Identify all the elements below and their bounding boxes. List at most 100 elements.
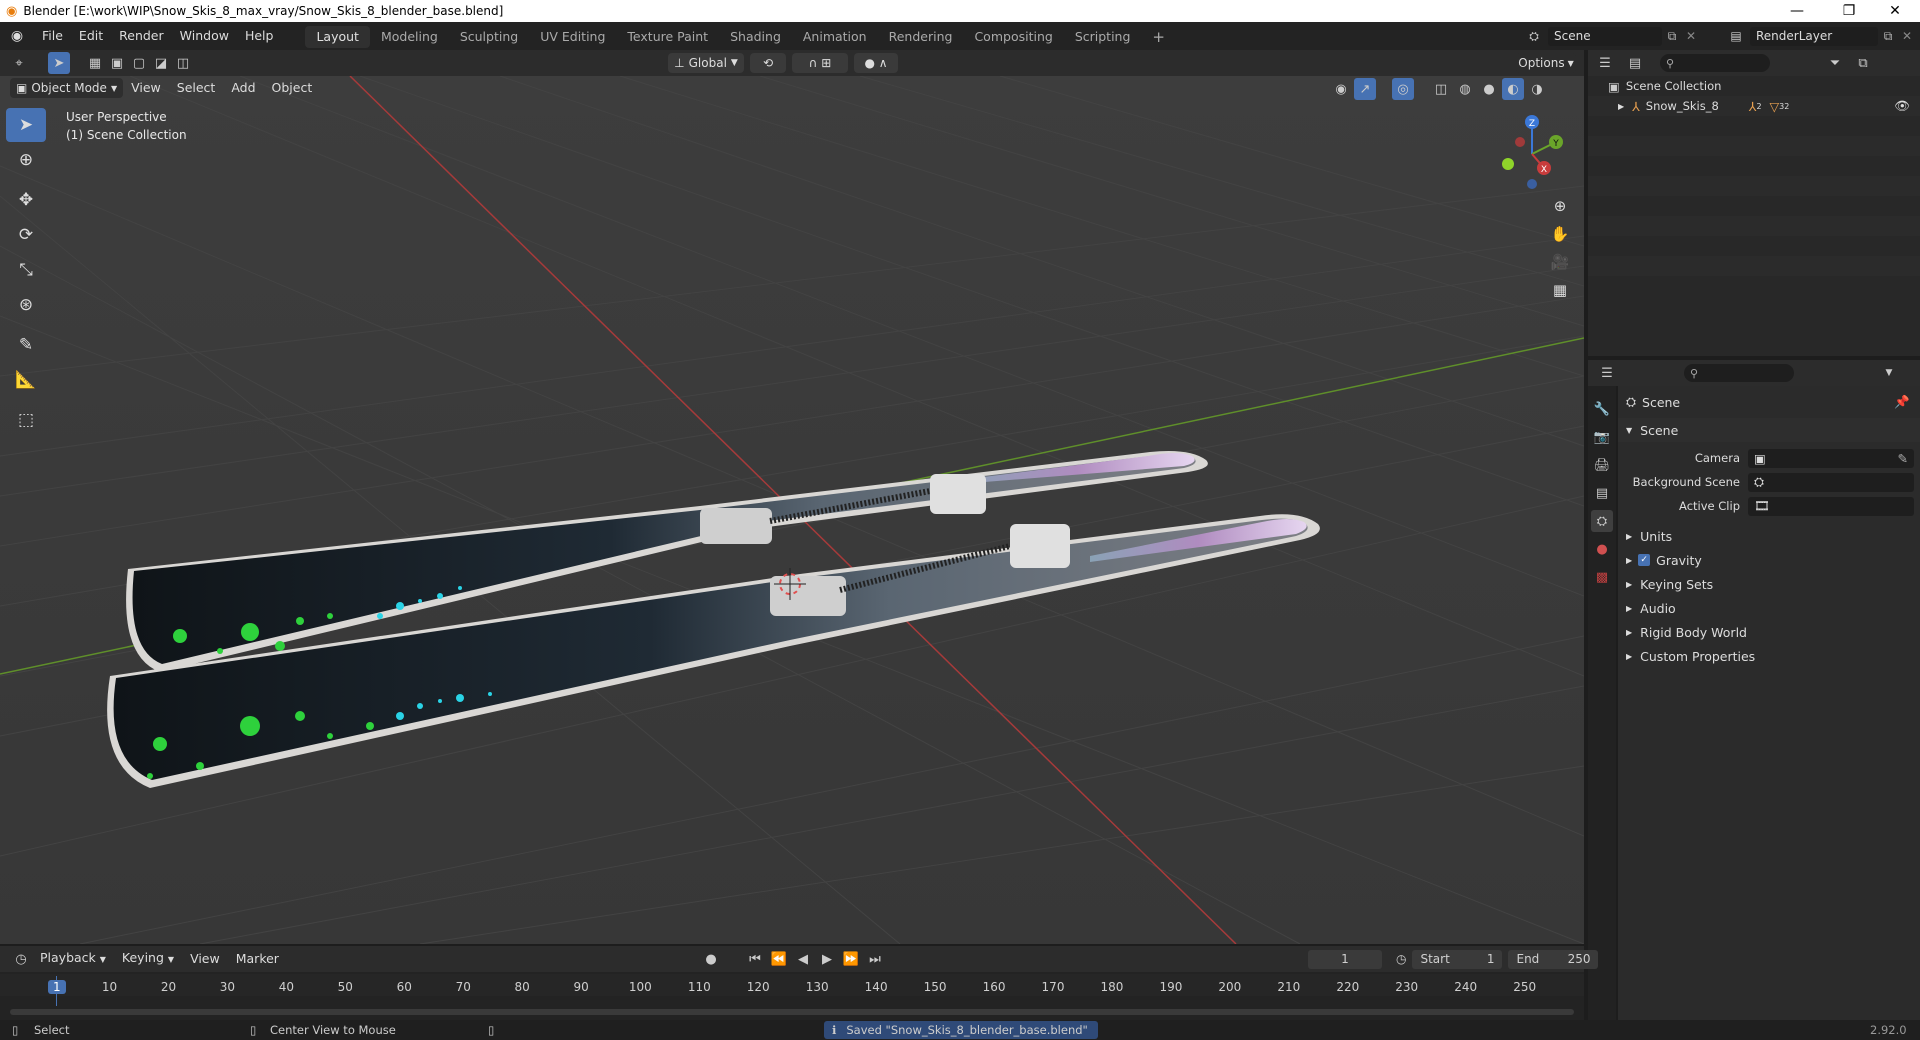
pan-hand-icon[interactable]: ✋ [1546,220,1574,248]
camera-view-icon[interactable]: 🎥 [1546,248,1574,276]
material-shading-icon[interactable]: ◐ [1502,78,1524,100]
options-dropdown[interactable]: Options ▼ [1516,53,1576,73]
close-button[interactable]: ✕ [1872,0,1918,22]
timeline-menu-view[interactable]: View [182,945,228,973]
outliner-row-snow-skis[interactable]: ▶ ⅄ Snow_Skis_8 ⅄ 2 ▽ 32 👁 [1588,96,1920,116]
properties-editor-type-icon[interactable]: ☰ [1596,362,1618,384]
select-mode-invert-icon[interactable]: ◪ [150,52,172,74]
tab-scripting[interactable]: Scripting [1064,26,1142,48]
annotate-tool-icon[interactable]: ✎ [6,328,46,362]
record-icon[interactable]: ● [700,948,722,970]
visibility-icon[interactable]: ◉ [1330,78,1352,100]
rigid-body-world-panel[interactable]: ▶ Rigid Body World [1618,620,1920,644]
wireframe-shading-icon[interactable]: ◍ [1454,78,1476,100]
new-renderlayer-icon[interactable]: ⧉ [1878,29,1898,44]
add-cube-tool-icon[interactable]: ⬚ [6,403,46,437]
ortho-grid-icon[interactable]: ▦ [1546,276,1574,304]
outliner-root-row[interactable]: ▣ Scene Collection [1588,76,1920,96]
mode-dropdown[interactable]: ▣ Object Mode ▼ [10,78,124,98]
start-frame-field[interactable]: Start 1 [1412,949,1503,969]
view-layer-tab-icon[interactable]: ▤ [1591,482,1613,504]
add-workspace-button[interactable]: + [1141,26,1176,48]
restore-button[interactable]: ❐ [1826,0,1872,22]
tab-texture-paint[interactable]: Texture Paint [616,26,719,48]
scene-panel-header[interactable]: ▼ Scene [1618,418,1920,442]
scale-tool-icon[interactable]: ⤡ [6,253,46,287]
viewport-menu-add[interactable]: Add [223,74,263,102]
rendered-shading-icon[interactable]: ◑ [1526,78,1548,100]
tab-sculpting[interactable]: Sculpting [449,26,529,48]
play-icon[interactable]: ▶ [816,948,838,970]
tool-tab-icon[interactable]: 🔧 [1591,398,1613,420]
zoom-icon[interactable]: ⊕ [1546,192,1574,220]
texture-tab-icon[interactable]: ▩ [1591,566,1613,588]
menu-edit[interactable]: Edit [71,22,111,50]
timeline-menu-playback[interactable]: Playback ▼ [32,944,114,974]
select-mode-new-icon[interactable]: ▦ [84,52,106,74]
remove-renderlayer-icon[interactable]: ✕ [1898,29,1916,43]
transform-tool-icon[interactable]: ⊛ [6,288,46,322]
select-tool-icon[interactable]: ➤ [48,52,70,74]
select-mode-subtract-icon[interactable]: ▢ [128,52,150,74]
filter-icon[interactable]: ⏷ [1824,52,1846,74]
scene-name-field[interactable]: Scene [1548,26,1662,46]
expand-arrow-icon[interactable]: ▶ [1618,102,1624,111]
menu-window[interactable]: Window [172,22,237,50]
move-tool-icon[interactable]: ✥ [6,183,46,217]
current-frame-field[interactable]: 1 [1308,949,1382,969]
viewport-menu-object[interactable]: Object [264,74,321,102]
select-mode-intersect-icon[interactable]: ◫ [172,52,194,74]
menu-help[interactable]: Help [237,22,282,50]
camera-field[interactable]: ▣ ✎ [1748,448,1914,468]
eye-icon[interactable]: 👁 [1894,98,1910,114]
tab-animation[interactable]: Animation [792,26,878,48]
tab-shading[interactable]: Shading [719,26,792,48]
renderlayer-name-field[interactable]: RenderLayer [1750,26,1878,46]
outliner-search-input[interactable]: ⚲ [1660,54,1770,72]
editor-type-icon[interactable]: ⌖ [8,52,30,74]
end-frame-field[interactable]: End 250 [1508,949,1599,969]
navigation-gizmo[interactable]: Z Y X [1490,112,1574,196]
transform-orientation-dropdown[interactable]: ⊥ Global ▼ [668,53,744,73]
keying-sets-panel[interactable]: ▶ Keying Sets [1618,572,1920,596]
snap-dropdown[interactable]: ∩ ⊞ [792,53,848,73]
tab-modeling[interactable]: Modeling [370,26,449,48]
overlay-toggle-icon[interactable]: ◎ [1392,78,1414,100]
jump-end-icon[interactable]: ⏭ [864,948,886,970]
new-scene-icon[interactable]: ⧉ [1662,29,1682,44]
audio-panel[interactable]: ▶ Audio [1618,596,1920,620]
minimize-button[interactable]: — [1774,0,1820,22]
background-scene-field[interactable]: ⛭ [1748,472,1914,492]
timeline-scrollbar[interactable] [10,1009,1574,1015]
tab-rendering[interactable]: Rendering [878,26,964,48]
gravity-checkbox[interactable]: ✓ [1638,554,1651,566]
units-panel[interactable]: ▶ Units [1618,524,1920,548]
solid-shading-icon[interactable]: ● [1478,78,1500,100]
remove-scene-icon[interactable]: ✕ [1682,29,1700,43]
pin-icon[interactable]: 📌 [1894,394,1910,410]
xray-icon[interactable]: ◫ [1430,78,1452,100]
custom-properties-panel[interactable]: ▶ Custom Properties [1618,644,1920,668]
tab-uv-editing[interactable]: UV Editing [529,26,616,48]
pivot-point-dropdown[interactable]: ⟲ [750,53,786,73]
timeline-menu-keying[interactable]: Keying ▼ [114,944,182,974]
gizmo-toggle-icon[interactable]: ↗ [1354,78,1376,100]
jump-start-icon[interactable]: ⏮ [744,948,766,970]
menu-file[interactable]: File [34,22,71,50]
scene-selector[interactable]: ⛭ Scene ⧉ ✕ [1520,25,1700,47]
world-tab-icon[interactable]: ● [1591,538,1613,560]
3d-viewport[interactable]: User Perspective (1) Scene Collection Z … [0,76,1584,944]
select-mode-extend-icon[interactable]: ▣ [106,52,128,74]
eyedropper-icon[interactable]: ✎ [1898,451,1908,466]
cursor-tool-icon[interactable]: ⊕ [6,143,46,177]
select-box-tool-icon[interactable]: ➤ [6,108,46,142]
active-clip-field[interactable]: 🎞 [1748,496,1914,516]
tab-layout[interactable]: Layout [305,26,370,48]
chevron-down-icon[interactable]: ▼ [1878,362,1900,384]
tab-compositing[interactable]: Compositing [963,26,1063,48]
output-tab-icon[interactable]: 🖨 [1591,454,1613,476]
proportional-editing-dropdown[interactable]: ● ∧ [854,53,898,73]
measure-tool-icon[interactable]: 📐 [6,363,46,397]
menu-render[interactable]: Render [111,22,172,50]
display-mode-icon[interactable]: ▤ [1624,52,1646,74]
